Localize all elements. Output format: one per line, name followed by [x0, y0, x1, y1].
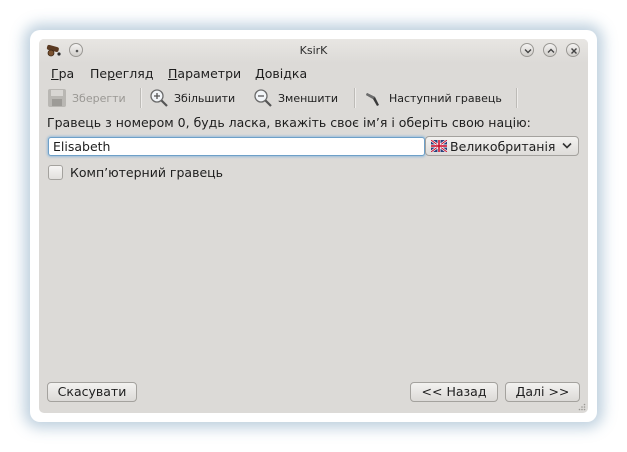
menu-settings[interactable]: Параметри	[168, 66, 241, 81]
zoom-in-button[interactable]: Збільшити	[149, 85, 235, 111]
save-label: Зберегти	[72, 91, 126, 105]
menu-game[interactable]: Гра	[51, 66, 74, 81]
menu-help-accel: Д	[255, 66, 265, 81]
menu-view-p: П	[90, 66, 100, 81]
computer-player-checkbox[interactable]	[48, 165, 63, 180]
uk-flag-icon	[431, 140, 447, 152]
zoom-in-label: Збільшити	[174, 91, 236, 105]
window-title: KsirK	[299, 44, 328, 57]
next-button[interactable]: Далі >>	[505, 382, 580, 402]
menu-settings-accel: П	[168, 66, 178, 81]
next-player-label: Наступний гравець	[389, 91, 502, 105]
menu-bar: Гра Перегляд Параметри Довідка	[39, 63, 588, 83]
menu-game-accel: Г	[51, 66, 59, 81]
player-name-input[interactable]	[48, 137, 425, 156]
zoom-out-button[interactable]: Зменшити	[253, 85, 338, 111]
zoom-in-icon	[150, 89, 168, 107]
menu-help[interactable]: Довідка	[255, 66, 307, 81]
toolbar-separator	[140, 88, 142, 108]
next-player-icon	[366, 93, 379, 106]
menu-game-label: ра	[58, 66, 75, 81]
menu-view-e: е	[99, 66, 108, 81]
close-icon[interactable]	[566, 43, 580, 57]
toolbar-separator	[516, 88, 518, 108]
computer-player-label: Комп’ютерний гравець	[70, 165, 224, 180]
save-button[interactable]: Зберегти	[47, 85, 126, 111]
maximize-icon[interactable]	[543, 43, 557, 57]
nation-select-value: Великобританія	[450, 139, 556, 154]
floppy-disk-icon	[48, 89, 66, 107]
menu-view[interactable]: Перегляд	[90, 66, 153, 81]
player-prompt: Гравець з номером 0, будь ласка, вкажіть…	[47, 115, 531, 130]
toolbar-separator	[354, 88, 356, 108]
toolbar: Зберегти Збільшити Зменшити Наступний гр…	[39, 85, 588, 111]
zoom-out-label: Зменшити	[278, 91, 339, 105]
menu-settings-label: араметри	[177, 66, 242, 81]
next-player-button[interactable]: Наступний гравець	[364, 85, 502, 111]
back-button[interactable]: << Назад	[410, 382, 498, 402]
cancel-button[interactable]: Скасувати	[47, 382, 137, 402]
menu-view-label: егляд	[115, 66, 154, 81]
chevron-down-icon	[562, 142, 572, 149]
menu-view-accel: р	[107, 66, 116, 81]
title-bar[interactable]: KsirK	[39, 39, 588, 63]
zoom-out-icon	[254, 89, 272, 107]
nation-select[interactable]: Великобританія	[425, 136, 579, 156]
minimize-icon[interactable]	[520, 43, 534, 57]
ksirk-window: KsirK Гра Перегляд Параметри Довідка Збе…	[39, 39, 588, 413]
menu-help-label: овідка	[264, 66, 308, 81]
resize-grip-icon[interactable]	[578, 403, 586, 411]
